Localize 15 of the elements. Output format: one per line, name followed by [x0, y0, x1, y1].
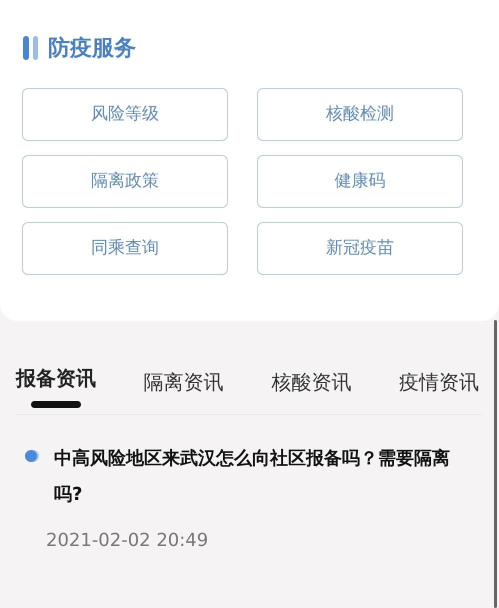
service-button[interactable]: 健康码: [257, 155, 463, 208]
service-button[interactable]: 风险等级: [22, 88, 228, 141]
service-button[interactable]: 隔离政策: [22, 155, 228, 208]
service-button[interactable]: 核酸检测: [257, 88, 463, 141]
article-time: 2021-02-02 20:49: [45, 529, 210, 553]
bullet-icon: [24, 449, 40, 463]
tab[interactable]: 核酸资讯: [271, 367, 352, 412]
section-title: 防疫服务: [48, 34, 136, 62]
tab[interactable]: 报备资讯: [16, 363, 96, 412]
tab[interactable]: 隔离资讯: [144, 367, 224, 412]
service-button[interactable]: 新冠疫苗: [257, 222, 463, 275]
section-marker-icon: [22, 35, 40, 61]
article-title[interactable]: 中高风险地区来武汉怎么向社区报备吗？需要隔离吗?: [54, 441, 474, 513]
service-button[interactable]: 同乘查询: [22, 222, 228, 275]
tab[interactable]: 疫情资讯: [398, 367, 479, 412]
